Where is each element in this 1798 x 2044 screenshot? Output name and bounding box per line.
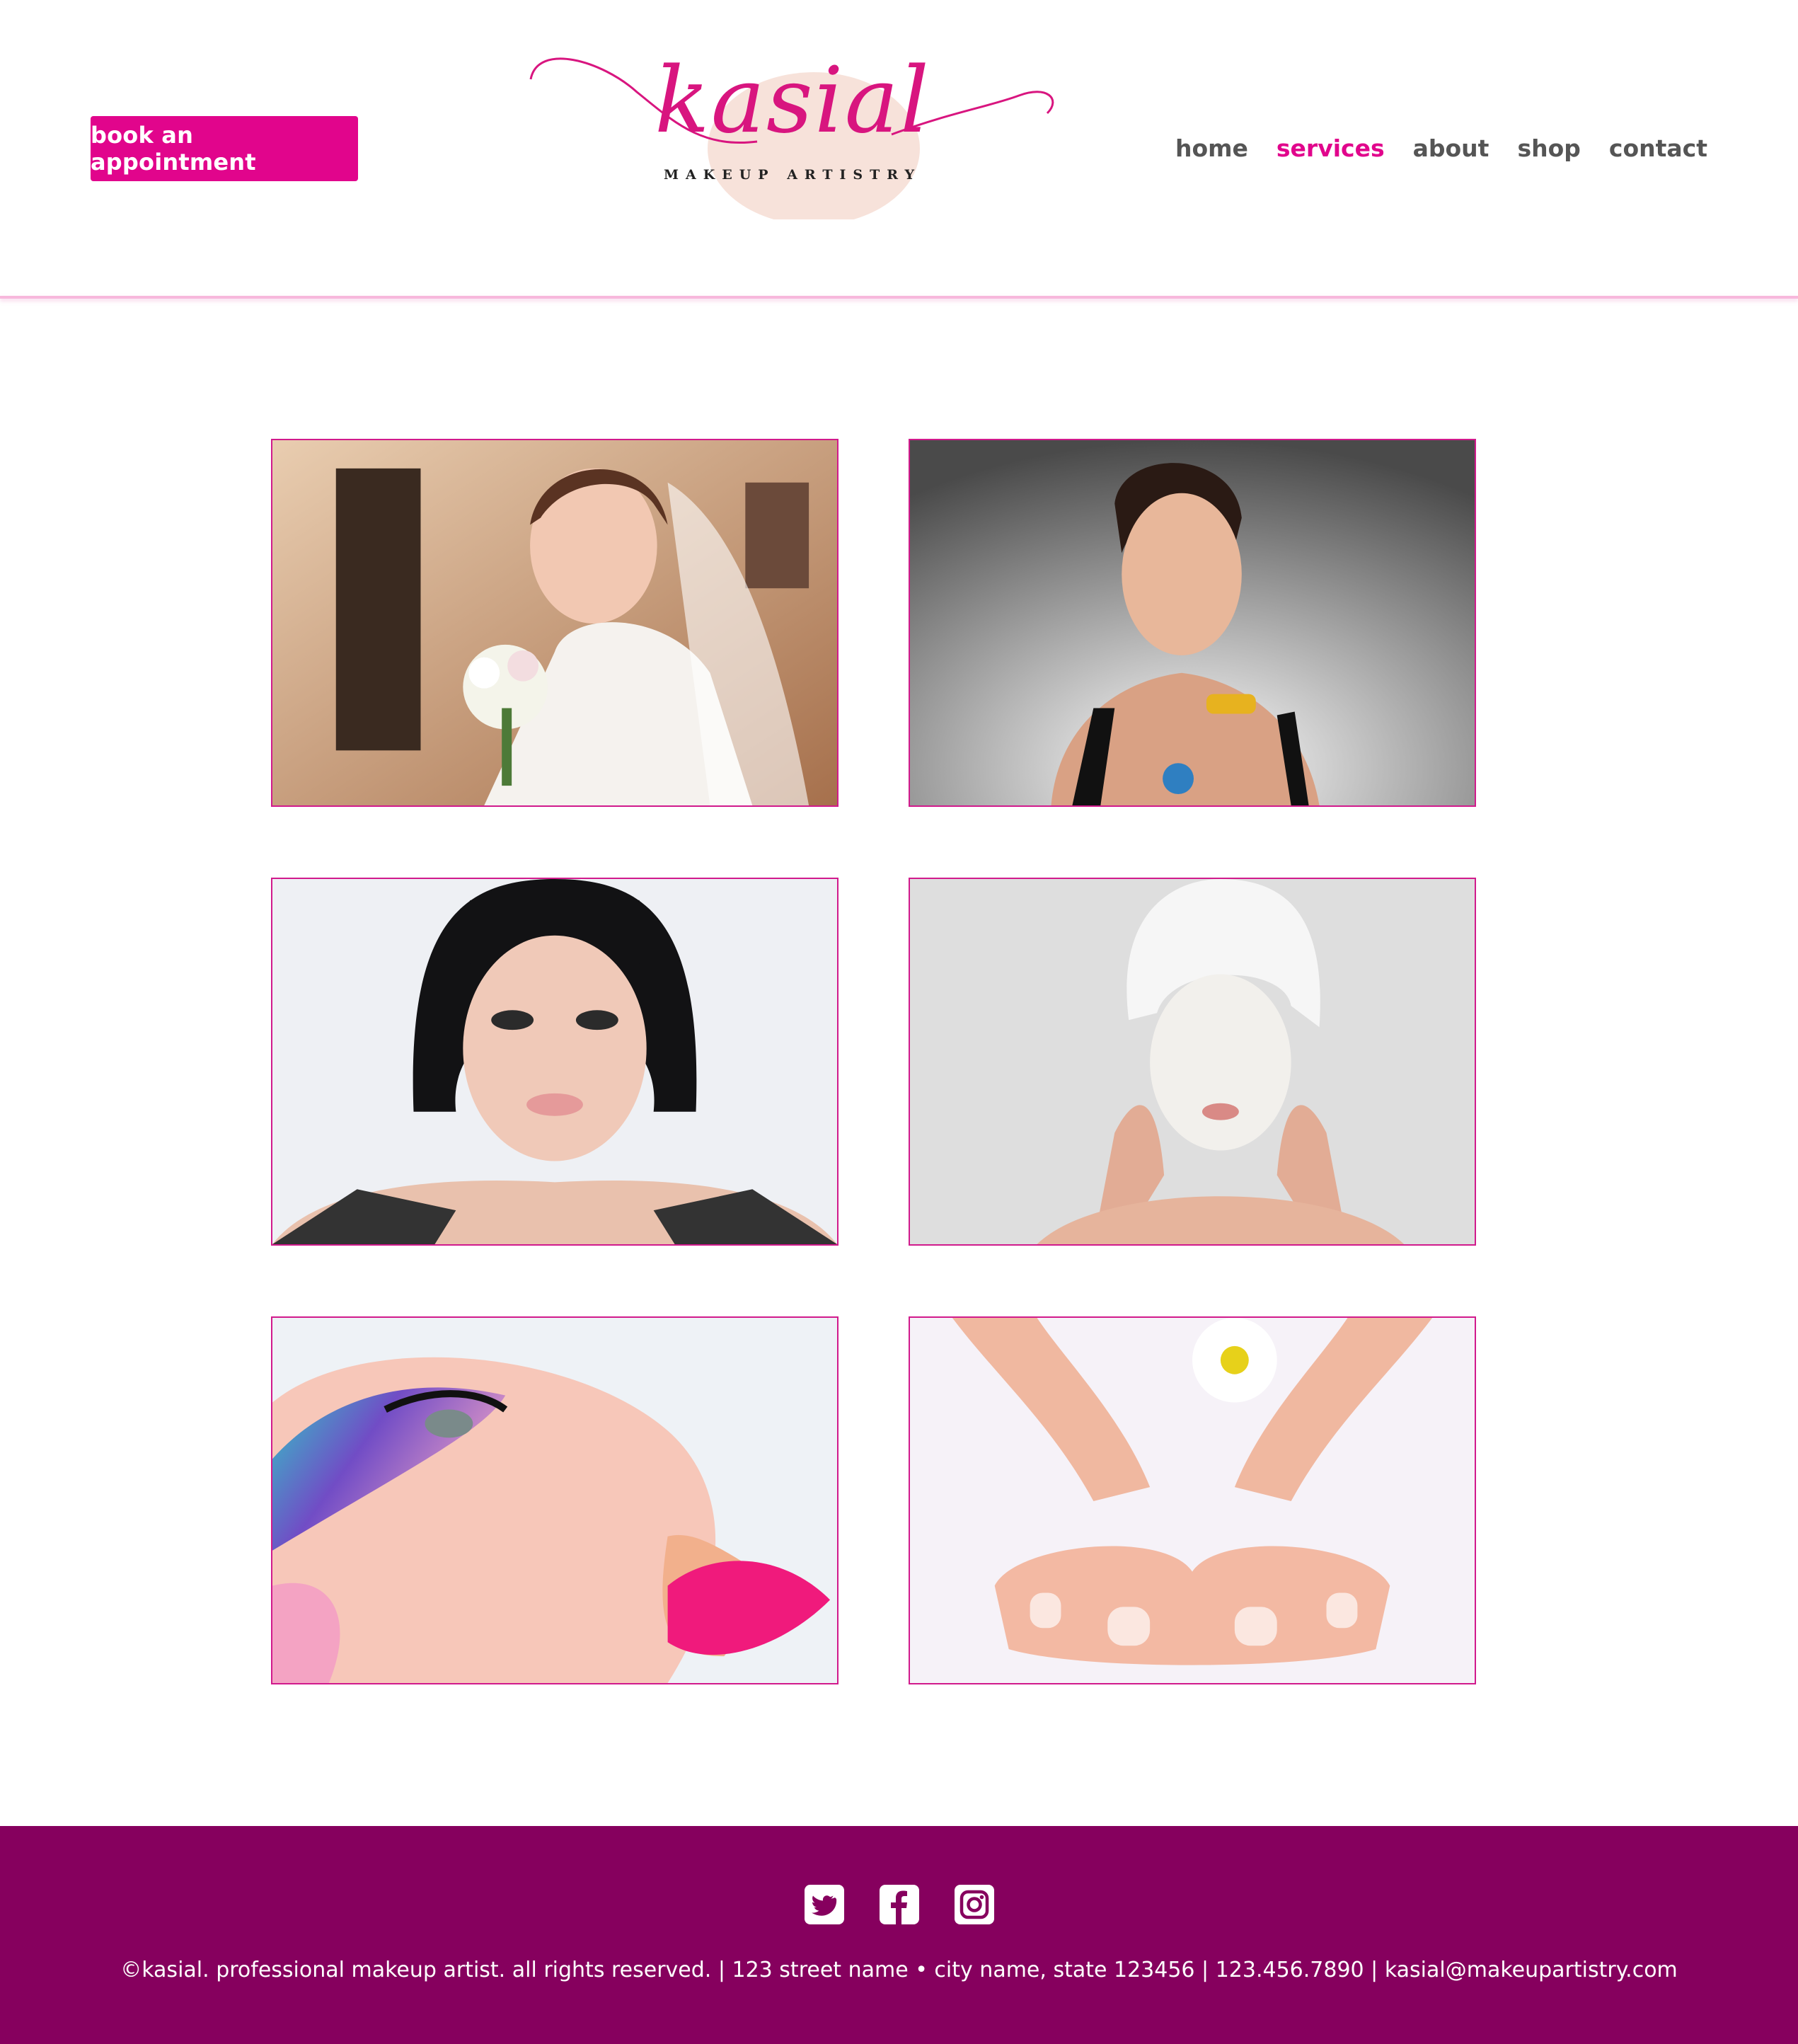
face-mask-photo[interactable] — [909, 878, 1476, 1246]
site-header: book an appointment kasial MAKEUP ARTIST… — [0, 0, 1798, 297]
footer-contact-text: ©kasial. professional makeup artist. all… — [120, 1958, 1678, 1982]
main-nav: home services about shop contact — [1147, 129, 1707, 168]
nav-about[interactable]: about — [1413, 129, 1489, 168]
colorful-makeup-photo[interactable] — [271, 1316, 839, 1684]
book-appointment-button[interactable]: book an appointment — [91, 116, 358, 181]
logo-wordmark: kasial — [655, 48, 930, 154]
manicure-pedicure-photo[interactable] — [909, 1316, 1476, 1684]
glamour-photo[interactable] — [909, 439, 1476, 807]
header-divider — [0, 296, 1798, 299]
logo-tagline: MAKEUP ARTISTRY — [663, 167, 922, 183]
site-footer: ©kasial. professional makeup artist. all… — [0, 1826, 1798, 2044]
nav-services[interactable]: services — [1277, 129, 1385, 168]
twitter-icon[interactable] — [804, 1884, 845, 1925]
facebook-icon[interactable] — [879, 1884, 920, 1925]
instagram-icon[interactable] — [954, 1884, 995, 1925]
social-links — [0, 1884, 1798, 1925]
nav-shop[interactable]: shop — [1517, 129, 1580, 168]
kasial-logo[interactable]: kasial MAKEUP ARTISTRY — [524, 28, 1076, 219]
nav-home[interactable]: home — [1175, 129, 1248, 168]
bridal-photo[interactable] — [271, 439, 839, 807]
dramatic-eye-photo[interactable] — [271, 878, 839, 1246]
nav-contact[interactable]: contact — [1609, 129, 1707, 168]
